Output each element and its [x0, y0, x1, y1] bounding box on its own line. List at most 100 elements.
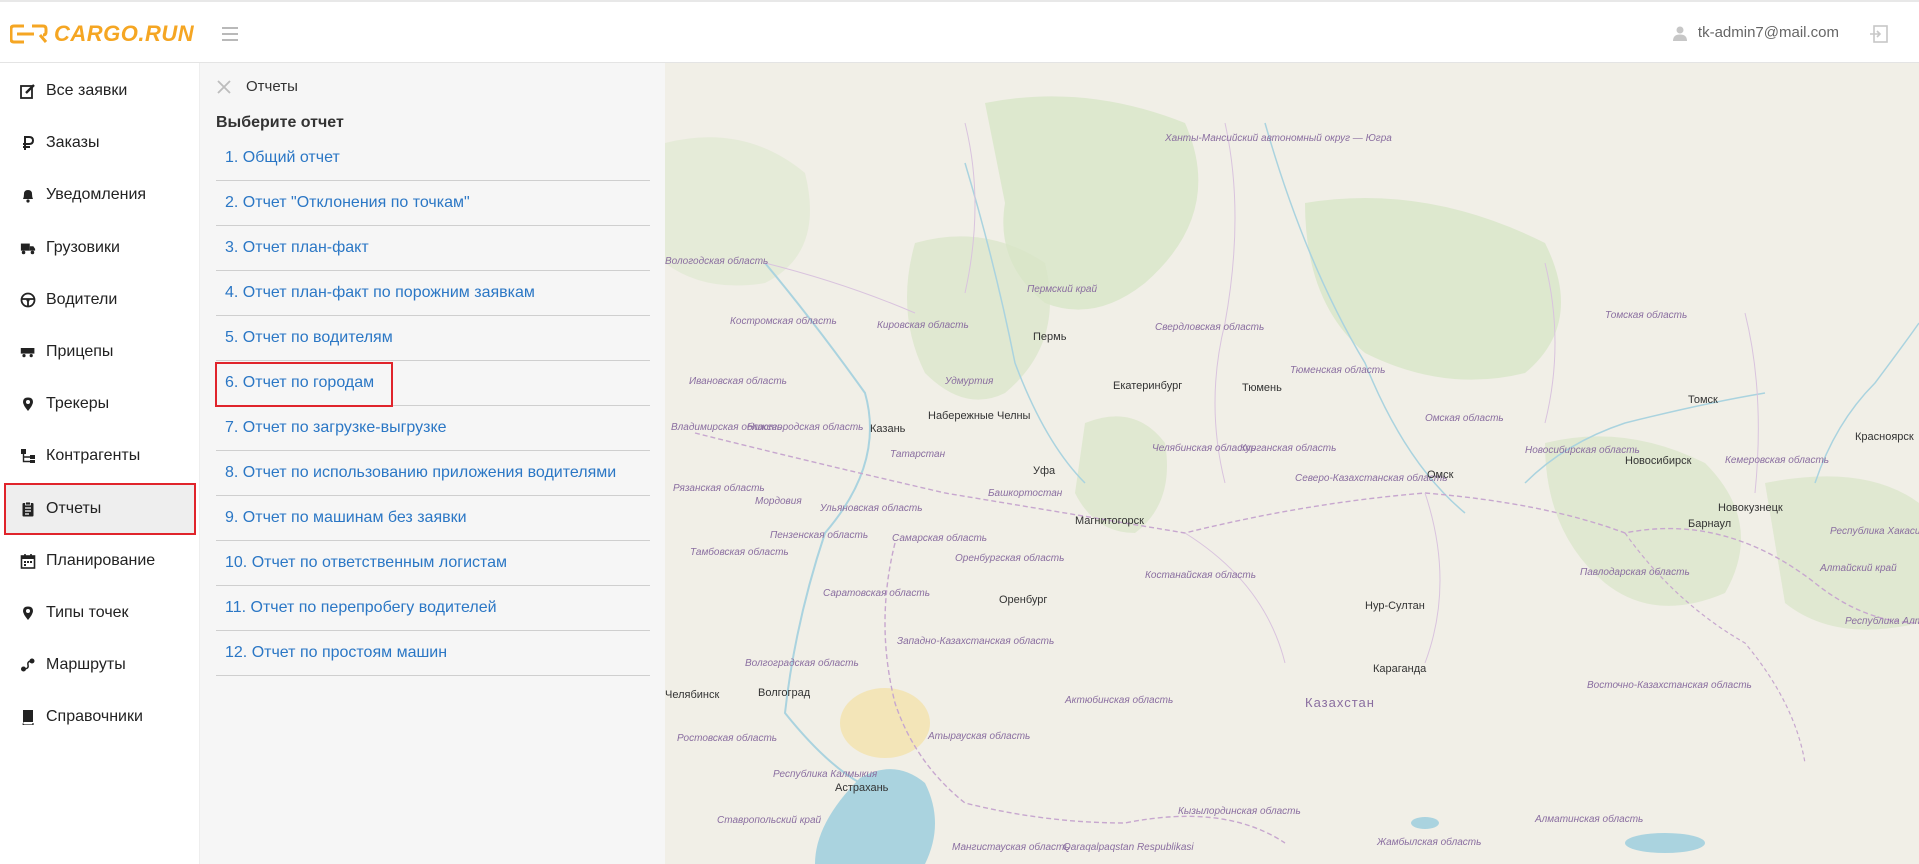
report-link-label: 10. Отчет по ответственным логистам	[225, 554, 508, 571]
sidebar-item[interactable]: Отчеты	[4, 482, 196, 535]
region-label: Ставропольский край	[717, 815, 822, 826]
calendar-icon	[20, 553, 36, 569]
top-bar: CARGO.RUN tk-admin7@mail.com	[0, 0, 1919, 63]
user-menu[interactable]: tk-admin7@mail.com	[1672, 24, 1839, 41]
report-link[interactable]: 8. Отчет по использованию приложения вод…	[216, 451, 650, 496]
city-label: Челябинск	[665, 689, 720, 701]
region-label: Актюбинская область	[1065, 695, 1174, 706]
menu-toggle-button[interactable]	[222, 27, 238, 41]
city-label: Караганда	[1373, 663, 1427, 675]
region-label: Мордовия	[755, 496, 802, 507]
sidebar-item-label: Трекеры	[46, 395, 110, 413]
sidebar-item-label: Заказы	[46, 134, 100, 152]
sidebar-item[interactable]: Прицепы	[4, 326, 196, 378]
report-link-label: 11. Отчет по перепробегу водителей	[225, 599, 497, 616]
region-label: Тамбовская область	[690, 547, 789, 558]
region-label: Республика Калмыкия	[773, 769, 878, 780]
city-label: Пермь	[1033, 331, 1067, 343]
region-label: Курганская область	[1240, 443, 1337, 454]
user-icon	[1672, 26, 1687, 41]
report-link[interactable]: 3. Отчет план-факт	[216, 226, 650, 271]
reports-panel-subtitle: Выберите отчет	[216, 114, 344, 131]
sidebar-item[interactable]: Контрагенты	[4, 430, 196, 482]
hamburger-icon	[222, 27, 238, 29]
city-label: Красноярск	[1855, 431, 1914, 443]
reports-panel-title: Отчеты	[246, 78, 298, 95]
report-link-label: 2. Отчет "Отклонения по точкам"	[225, 194, 470, 211]
sidebar-item-label: Маршруты	[46, 656, 126, 674]
sidebar-item[interactable]: Типы точек	[4, 587, 196, 639]
sidebar-item[interactable]: Справочники	[4, 691, 196, 743]
region-label: Алматинская область	[1535, 814, 1644, 825]
report-link[interactable]: 2. Отчет "Отклонения по точкам"	[216, 181, 650, 226]
region-label: Пензенская область	[770, 530, 869, 541]
region-label: Ивановская область	[689, 376, 787, 387]
report-link[interactable]: 5. Отчет по водителям	[216, 316, 650, 361]
city-label: Набережные Челны	[928, 410, 1031, 422]
sidebar-item[interactable]: Уведомления	[4, 169, 196, 221]
trailer-icon	[20, 344, 36, 360]
sidebar-item[interactable]: Планирование	[4, 535, 196, 587]
report-link-label: 1. Общий отчет	[225, 149, 340, 166]
region-label: Ростовская область	[677, 733, 778, 744]
sidebar-item-label: Контрагенты	[46, 447, 141, 465]
sidebar-item-label: Водители	[46, 290, 118, 308]
city-label: Новокузнецк	[1718, 502, 1783, 514]
region-label: Костанайская область	[1145, 570, 1257, 581]
report-link[interactable]: 9. Отчет по машинам без заявки	[216, 496, 650, 541]
report-link[interactable]: 12. Отчет по простоям машин	[216, 631, 650, 676]
report-link[interactable]: 4. Отчет план-факт по порожним заявкам	[216, 271, 650, 316]
region-label: Павлодарская область	[1580, 567, 1690, 578]
sidebar-item-label: Справочники	[46, 708, 143, 726]
city-label: Тюмень	[1242, 382, 1282, 394]
city-label: Оренбург	[999, 594, 1048, 606]
report-link[interactable]: 10. Отчет по ответственным логистам	[216, 541, 650, 586]
close-icon[interactable]	[216, 79, 232, 95]
route-icon	[20, 657, 36, 673]
region-label: Тюменская область	[1290, 365, 1386, 376]
region-label: Республика Алтай	[1845, 616, 1919, 627]
report-link[interactable]: 6. Отчет по городам	[215, 361, 650, 407]
city-label: Томск	[1688, 394, 1718, 406]
region-label: Новосибирская область	[1525, 445, 1640, 456]
logout-icon[interactable]	[1869, 24, 1889, 44]
sidebar-item[interactable]: Трекеры	[4, 378, 196, 430]
city-label: Омск	[1427, 469, 1454, 481]
report-link-label: 6. Отчет по городам	[225, 374, 375, 391]
region-label: Западно-Казахстанская область	[897, 636, 1055, 647]
sidebar-item-label: Отчеты	[46, 499, 102, 517]
truck-icon	[20, 240, 36, 256]
report-list: 1. Общий отчет 2. Отчет "Отклонения по то…	[215, 136, 650, 676]
city-label: Нур-Султан	[1365, 600, 1425, 612]
report-link-label: 5. Отчет по водителям	[225, 329, 393, 346]
region-label: Томская область	[1605, 310, 1688, 321]
report-link[interactable]: 11. Отчет по перепробегу водителей	[216, 586, 650, 631]
report-link-label: 8. Отчет по использованию приложения вод…	[225, 464, 617, 481]
sidebar-item-label: Уведомления	[46, 186, 147, 204]
map-pin-icon	[20, 605, 36, 621]
region-label: Республика Хакасия	[1830, 526, 1919, 537]
logo-text: CARGO.RUN	[54, 21, 195, 46]
report-link[interactable]: 7. Отчет по загрузке-выгрузке	[216, 406, 650, 451]
region-label: Мангистауская область	[952, 842, 1070, 853]
edit-icon	[20, 83, 36, 99]
reports-panel: Отчеты Выберите отчет 1. Общий отчет 2. О…	[200, 63, 665, 864]
city-label: Волгоград	[758, 687, 811, 699]
region-label: Восточно-Казахстанская область	[1587, 680, 1752, 691]
sidebar-item-label: Планирование	[46, 551, 156, 569]
sidebar-item[interactable]: Заказы	[4, 117, 196, 169]
sidebar-item[interactable]: Все заявки	[4, 65, 196, 117]
report-link[interactable]: 1. Общий отчет	[216, 136, 650, 181]
region-label: Ульяновская область	[820, 503, 923, 514]
logo[interactable]: CARGO.RUN	[10, 21, 194, 47]
sidebar-item[interactable]: Грузовики	[4, 222, 196, 274]
map[interactable]: Ханты-Мансийский автономный округ — Югра…	[665, 63, 1919, 864]
report-link-label: 3. Отчет план-факт	[225, 239, 369, 256]
city-label: Магнитогорск	[1075, 515, 1144, 527]
clipboard-icon	[20, 501, 36, 517]
sidebar-item[interactable]: Маршруты	[4, 639, 196, 691]
sidebar-item[interactable]: Водители	[4, 274, 196, 326]
region-label: Саратовская область	[823, 588, 930, 599]
report-link-label: 12. Отчет по простоям машин	[225, 644, 448, 661]
city-label: Астрахань	[835, 782, 889, 794]
